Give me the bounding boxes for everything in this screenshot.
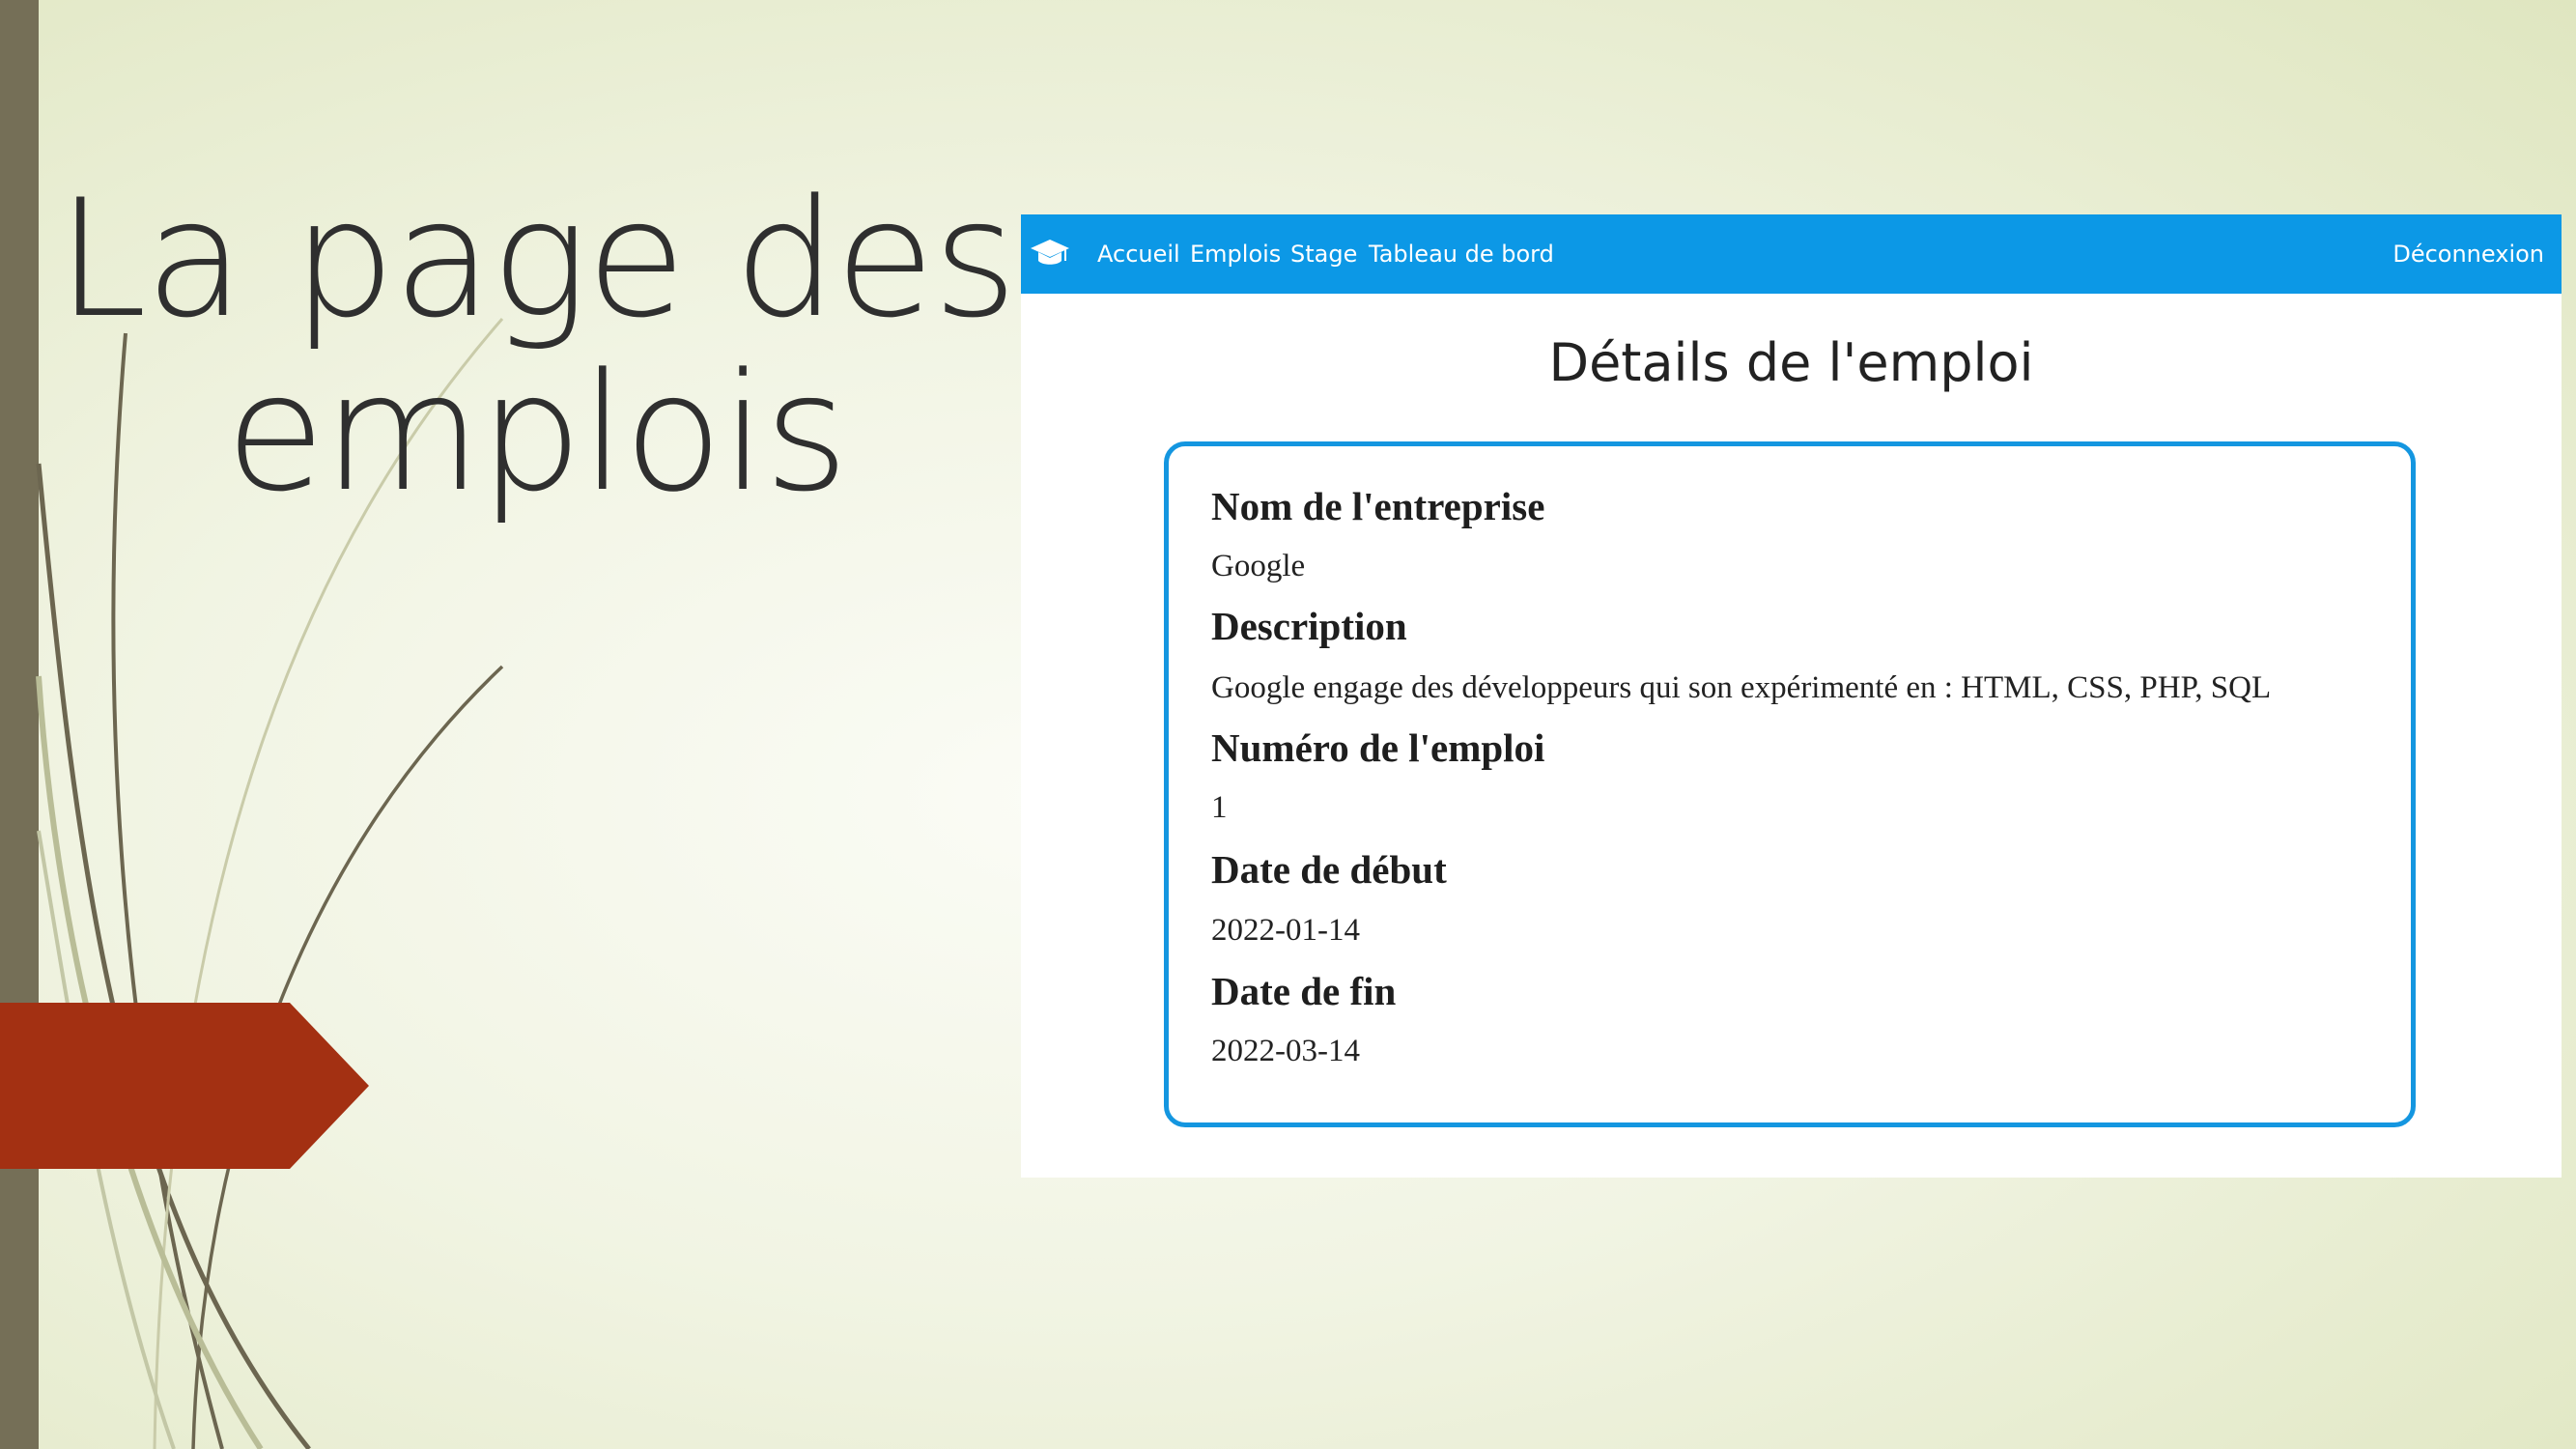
navbar: Accueil Emplois Stage Tableau de bord Dé…: [1021, 214, 2562, 294]
nav-link-emplois[interactable]: Emplois: [1190, 240, 1281, 269]
accent-arrow-shape: [0, 1003, 369, 1169]
company-name-value: Google: [1211, 549, 1306, 583]
company-name-label: Nom de l'entreprise: [1211, 484, 1545, 528]
job-details-card: Nom de l'entreprise Google Description G…: [1164, 441, 2416, 1127]
slide-title-line-2: emplois: [225, 338, 848, 527]
slide-title: La page des emplois: [19, 172, 1053, 520]
start-date-value: 2022-01-14: [1211, 913, 1360, 948]
page-title: Détails de l'emploi: [1548, 332, 2034, 393]
job-number-label: Numéro de l'emploi: [1211, 725, 1545, 770]
nav-link-accueil[interactable]: Accueil: [1097, 240, 1180, 269]
graduation-cap-icon[interactable]: [1031, 236, 1069, 275]
embedded-web-page: Accueil Emplois Stage Tableau de bord Dé…: [1021, 214, 2562, 1178]
nav-link-stage[interactable]: Stage: [1290, 240, 1357, 269]
description-value: Google engage des développeurs qui son e…: [1211, 670, 2272, 705]
end-date-label: Date de fin: [1211, 969, 1397, 1013]
start-date-label: Date de début: [1211, 847, 1447, 892]
job-number-value: 1: [1211, 790, 1228, 825]
slide-title-line-1: La page des: [56, 164, 1018, 354]
description-label: Description: [1211, 604, 1407, 648]
logout-link[interactable]: Déconnexion: [2392, 240, 2544, 269]
nav-link-tableau-de-bord[interactable]: Tableau de bord: [1369, 240, 1554, 269]
end-date-value: 2022-03-14: [1211, 1034, 1360, 1068]
